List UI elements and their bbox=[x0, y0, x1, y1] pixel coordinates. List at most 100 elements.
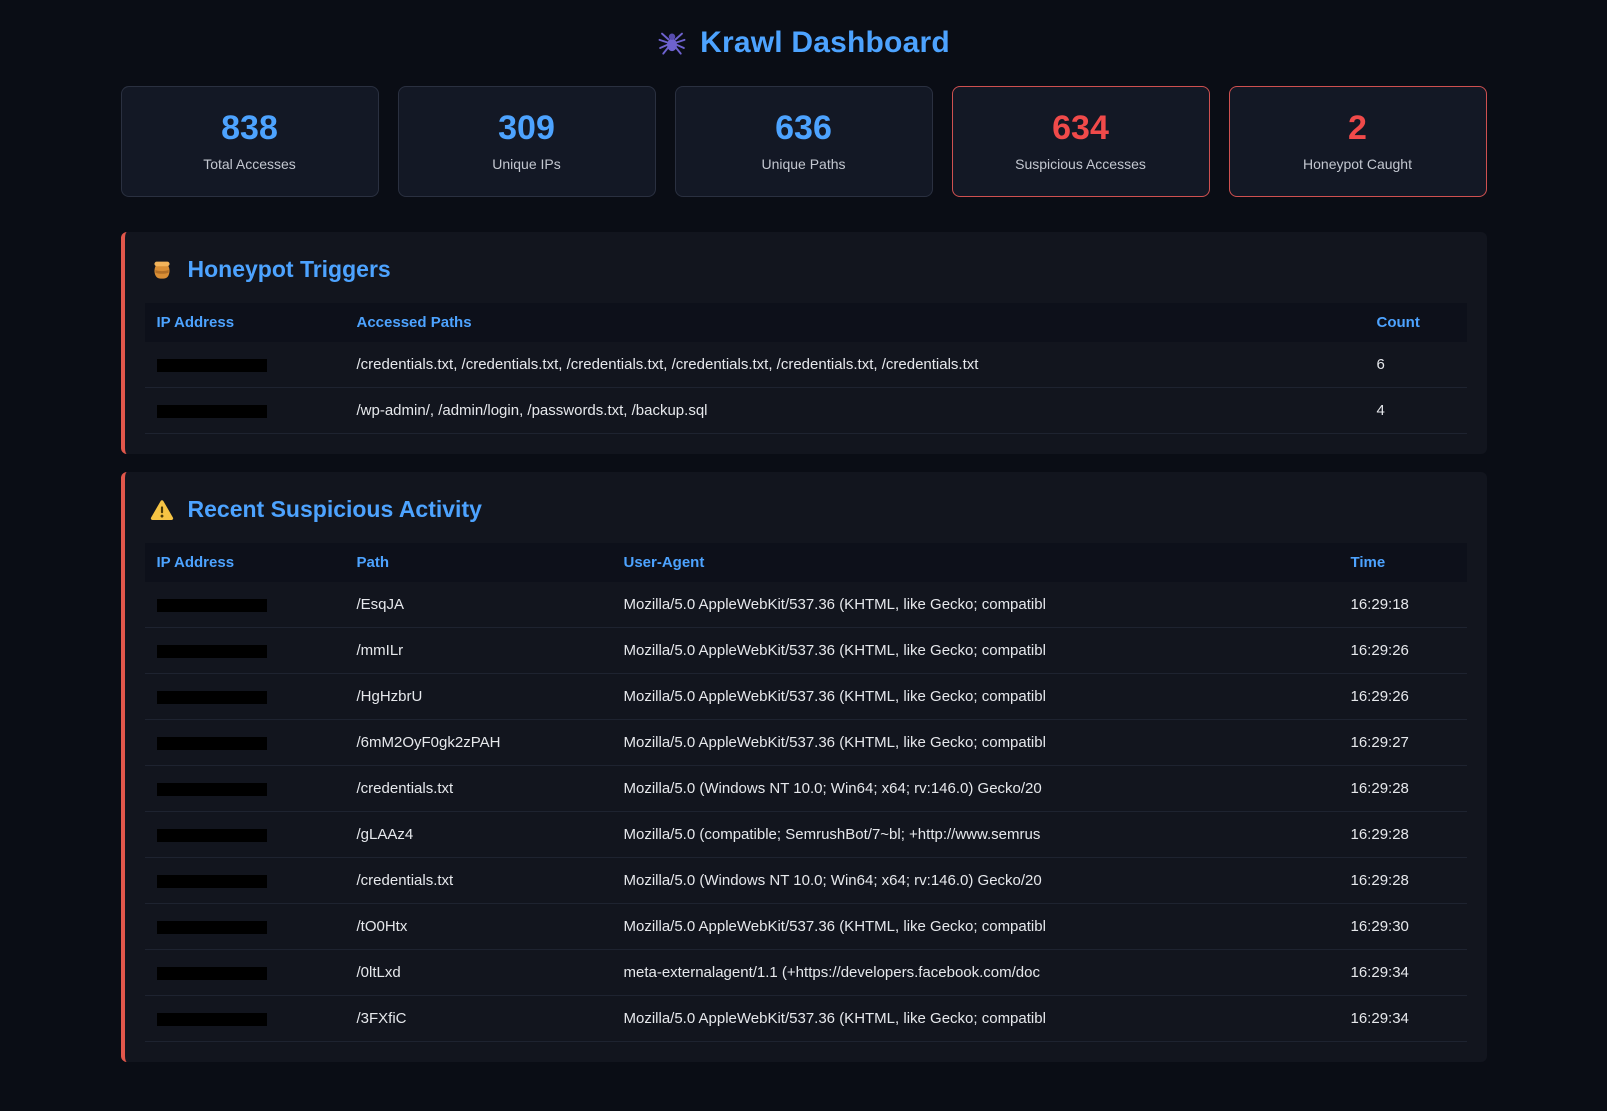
warning-icon bbox=[149, 497, 175, 523]
honeypot-row: /wp-admin/, /admin/login, /passwords.txt… bbox=[145, 388, 1467, 434]
user-agent-cell: Mozilla/5.0 AppleWebKit/537.36 (KHTML, l… bbox=[612, 628, 1339, 674]
column-header-ip: IP Address bbox=[145, 303, 345, 342]
spider-icon bbox=[657, 28, 687, 58]
stat-value: 2 bbox=[1348, 111, 1367, 145]
suspicious-row: /mmILr Mozilla/5.0 AppleWebKit/537.36 (K… bbox=[145, 628, 1467, 674]
column-header-user-agent: User-Agent bbox=[612, 543, 1339, 582]
honeypot-title: Honeypot Triggers bbox=[188, 256, 391, 283]
redacted-ip-bar bbox=[157, 967, 267, 980]
time-cell: 16:29:28 bbox=[1339, 812, 1467, 858]
redacted-ip-bar bbox=[157, 645, 267, 658]
path-cell: /HgHzbrU bbox=[345, 674, 612, 720]
path-cell: /credentials.txt bbox=[345, 858, 612, 904]
stat-card: 2 Honeypot Caught bbox=[1229, 86, 1487, 197]
path-cell: /gLAAz4 bbox=[345, 812, 612, 858]
user-agent-cell: Mozilla/5.0 AppleWebKit/537.36 (KHTML, l… bbox=[612, 674, 1339, 720]
redacted-ip-bar bbox=[157, 829, 267, 842]
suspicious-panel: Recent Suspicious Activity IP Address Pa… bbox=[121, 472, 1487, 1062]
time-cell: 16:29:18 bbox=[1339, 582, 1467, 628]
stat-label: Honeypot Caught bbox=[1303, 156, 1412, 172]
honeypot-icon bbox=[149, 257, 175, 283]
honeypot-panel: Honeypot Triggers IP Address Accessed Pa… bbox=[121, 232, 1487, 454]
ip-cell bbox=[145, 674, 345, 720]
stats-row: 838 Total Accesses 309 Unique IPs 636 Un… bbox=[121, 86, 1487, 197]
column-header-path: Path bbox=[345, 543, 612, 582]
accessed-paths-cell: /credentials.txt, /credentials.txt, /cre… bbox=[345, 342, 1365, 388]
stat-card: 309 Unique IPs bbox=[398, 86, 656, 197]
ip-cell bbox=[145, 812, 345, 858]
ip-cell bbox=[145, 996, 345, 1042]
path-cell: /tO0Htx bbox=[345, 904, 612, 950]
redacted-ip-bar bbox=[157, 359, 267, 372]
ip-cell bbox=[145, 388, 345, 434]
honeypot-header-row: IP Address Accessed Paths Count bbox=[145, 303, 1467, 342]
suspicious-table-body: /EsqJA Mozilla/5.0 AppleWebKit/537.36 (K… bbox=[145, 582, 1467, 1042]
accessed-paths-cell: /wp-admin/, /admin/login, /passwords.txt… bbox=[345, 388, 1365, 434]
honeypot-panel-title: Honeypot Triggers bbox=[149, 256, 1463, 283]
suspicious-header-row: IP Address Path User-Agent Time bbox=[145, 543, 1467, 582]
honeypot-table: IP Address Accessed Paths Count /credent… bbox=[145, 303, 1467, 434]
redacted-ip-bar bbox=[157, 1013, 267, 1026]
path-cell: /0ltLxd bbox=[345, 950, 612, 996]
suspicious-title: Recent Suspicious Activity bbox=[188, 496, 482, 523]
column-header-paths: Accessed Paths bbox=[345, 303, 1365, 342]
user-agent-cell: Mozilla/5.0 AppleWebKit/537.36 (KHTML, l… bbox=[612, 904, 1339, 950]
time-cell: 16:29:28 bbox=[1339, 766, 1467, 812]
suspicious-panel-title: Recent Suspicious Activity bbox=[149, 496, 1463, 523]
ip-cell bbox=[145, 582, 345, 628]
ip-cell bbox=[145, 858, 345, 904]
time-cell: 16:29:26 bbox=[1339, 674, 1467, 720]
column-header-count: Count bbox=[1365, 303, 1467, 342]
ip-cell bbox=[145, 628, 345, 674]
ip-cell bbox=[145, 720, 345, 766]
user-agent-cell: Mozilla/5.0 AppleWebKit/537.36 (KHTML, l… bbox=[612, 582, 1339, 628]
ip-cell bbox=[145, 950, 345, 996]
suspicious-table: IP Address Path User-Agent Time /EsqJA M… bbox=[145, 543, 1467, 1042]
user-agent-cell: meta-externalagent/1.1 (+https://develop… bbox=[612, 950, 1339, 996]
redacted-ip-bar bbox=[157, 783, 267, 796]
suspicious-row: /0ltLxd meta-externalagent/1.1 (+https:/… bbox=[145, 950, 1467, 996]
time-cell: 16:29:26 bbox=[1339, 628, 1467, 674]
time-cell: 16:29:34 bbox=[1339, 950, 1467, 996]
header: Krawl Dashboard bbox=[121, 12, 1487, 86]
redacted-ip-bar bbox=[157, 737, 267, 750]
count-cell: 6 bbox=[1365, 342, 1467, 388]
redacted-ip-bar bbox=[157, 921, 267, 934]
stat-value: 309 bbox=[498, 111, 555, 145]
time-cell: 16:29:28 bbox=[1339, 858, 1467, 904]
path-cell: /3FXfiC bbox=[345, 996, 612, 1042]
path-cell: /mmILr bbox=[345, 628, 612, 674]
suspicious-row: /credentials.txt Mozilla/5.0 (Windows NT… bbox=[145, 858, 1467, 904]
krawl-dashboard: Krawl Dashboard 838 Total Accesses 309 U… bbox=[121, 0, 1487, 1062]
ip-cell bbox=[145, 904, 345, 950]
suspicious-row: /tO0Htx Mozilla/5.0 AppleWebKit/537.36 (… bbox=[145, 904, 1467, 950]
user-agent-cell: Mozilla/5.0 (compatible; SemrushBot/7~bl… bbox=[612, 812, 1339, 858]
honeypot-table-body: /credentials.txt, /credentials.txt, /cre… bbox=[145, 342, 1467, 434]
stat-label: Suspicious Accesses bbox=[1015, 156, 1146, 172]
suspicious-row: /gLAAz4 Mozilla/5.0 (compatible; Semrush… bbox=[145, 812, 1467, 858]
redacted-ip-bar bbox=[157, 875, 267, 888]
redacted-ip-bar bbox=[157, 599, 267, 612]
path-cell: /credentials.txt bbox=[345, 766, 612, 812]
column-header-ip: IP Address bbox=[145, 543, 345, 582]
suspicious-row: /credentials.txt Mozilla/5.0 (Windows NT… bbox=[145, 766, 1467, 812]
stat-value: 838 bbox=[221, 111, 278, 145]
user-agent-cell: Mozilla/5.0 (Windows NT 10.0; Win64; x64… bbox=[612, 858, 1339, 904]
suspicious-row: /HgHzbrU Mozilla/5.0 AppleWebKit/537.36 … bbox=[145, 674, 1467, 720]
honeypot-row: /credentials.txt, /credentials.txt, /cre… bbox=[145, 342, 1467, 388]
user-agent-cell: Mozilla/5.0 (Windows NT 10.0; Win64; x64… bbox=[612, 766, 1339, 812]
stat-card: 634 Suspicious Accesses bbox=[952, 86, 1210, 197]
column-header-time: Time bbox=[1339, 543, 1467, 582]
ip-cell bbox=[145, 766, 345, 812]
count-cell: 4 bbox=[1365, 388, 1467, 434]
stat-value: 634 bbox=[1052, 111, 1109, 145]
redacted-ip-bar bbox=[157, 405, 267, 418]
suspicious-row: /6mM2OyF0gk2zPAH Mozilla/5.0 AppleWebKit… bbox=[145, 720, 1467, 766]
path-cell: /6mM2OyF0gk2zPAH bbox=[345, 720, 612, 766]
suspicious-row: /3FXfiC Mozilla/5.0 AppleWebKit/537.36 (… bbox=[145, 996, 1467, 1042]
stat-label: Unique IPs bbox=[492, 156, 560, 172]
user-agent-cell: Mozilla/5.0 AppleWebKit/537.36 (KHTML, l… bbox=[612, 996, 1339, 1042]
suspicious-row: /EsqJA Mozilla/5.0 AppleWebKit/537.36 (K… bbox=[145, 582, 1467, 628]
time-cell: 16:29:30 bbox=[1339, 904, 1467, 950]
redacted-ip-bar bbox=[157, 691, 267, 704]
